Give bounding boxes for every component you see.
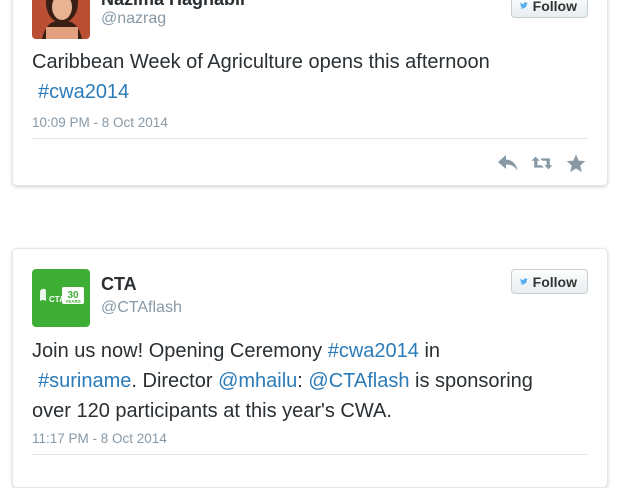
- tweet-timestamp[interactable]: 10:09 PM - 8 Oct 2014: [32, 115, 168, 130]
- avatar[interactable]: [32, 0, 90, 39]
- avatar-photo: [32, 0, 90, 39]
- avatar[interactable]: CTA 30 YEARS: [32, 269, 90, 327]
- tweet-card: CTA 30 YEARS CTA @CTAflash Follow Join u…: [12, 248, 608, 488]
- author-name[interactable]: CTA: [101, 274, 137, 295]
- follow-label: Follow: [532, 273, 577, 290]
- follow-button[interactable]: Follow: [511, 269, 588, 294]
- reply-icon: [498, 155, 518, 171]
- tweet-card: Nazima Haghabli @nazrag Follow Caribbean…: [12, 0, 608, 186]
- divider: [32, 454, 588, 455]
- tweet-actions: [497, 153, 587, 173]
- favorite-icon: [566, 154, 586, 172]
- tweet-text-part: . Director: [131, 370, 219, 392]
- tweet-text: Join us now! Opening Ceremony #cwa2014 i…: [32, 336, 571, 426]
- tweet-text-plain: Caribbean Week of Agriculture opens this…: [32, 51, 490, 73]
- svg-text:YEARS: YEARS: [65, 299, 81, 304]
- author-handle[interactable]: @nazrag: [101, 10, 166, 28]
- retweet-icon: [531, 156, 553, 170]
- reply-button[interactable]: [497, 153, 519, 173]
- author-handle[interactable]: @CTAflash: [101, 299, 182, 317]
- tweet-timestamp[interactable]: 11:17 PM - 8 Oct 2014: [32, 431, 167, 446]
- tweet-text-part: in: [418, 340, 441, 362]
- mention-link[interactable]: @mhailu: [218, 370, 297, 392]
- retweet-button[interactable]: [531, 153, 553, 173]
- follow-label: Follow: [532, 0, 577, 14]
- author-name[interactable]: Nazima Haghabli: [101, 0, 245, 10]
- mention-link[interactable]: @CTAflash: [308, 370, 409, 392]
- tweet-text: Caribbean Week of Agriculture opens this…: [32, 47, 571, 107]
- divider: [32, 138, 588, 139]
- hashtag-link[interactable]: #cwa2014: [328, 340, 419, 362]
- twitter-bird-icon: [520, 2, 528, 9]
- hashtag-link[interactable]: #cwa2014: [38, 81, 129, 103]
- tweet-text-part: :: [297, 370, 309, 392]
- tweet-text-part: Join us now! Opening Ceremony: [32, 340, 328, 362]
- follow-button[interactable]: Follow: [511, 0, 588, 18]
- favorite-button[interactable]: [565, 153, 587, 173]
- cta-logo: CTA 30 YEARS: [32, 269, 90, 327]
- twitter-bird-icon: [520, 278, 528, 285]
- hashtag-link[interactable]: #suriname: [38, 370, 131, 392]
